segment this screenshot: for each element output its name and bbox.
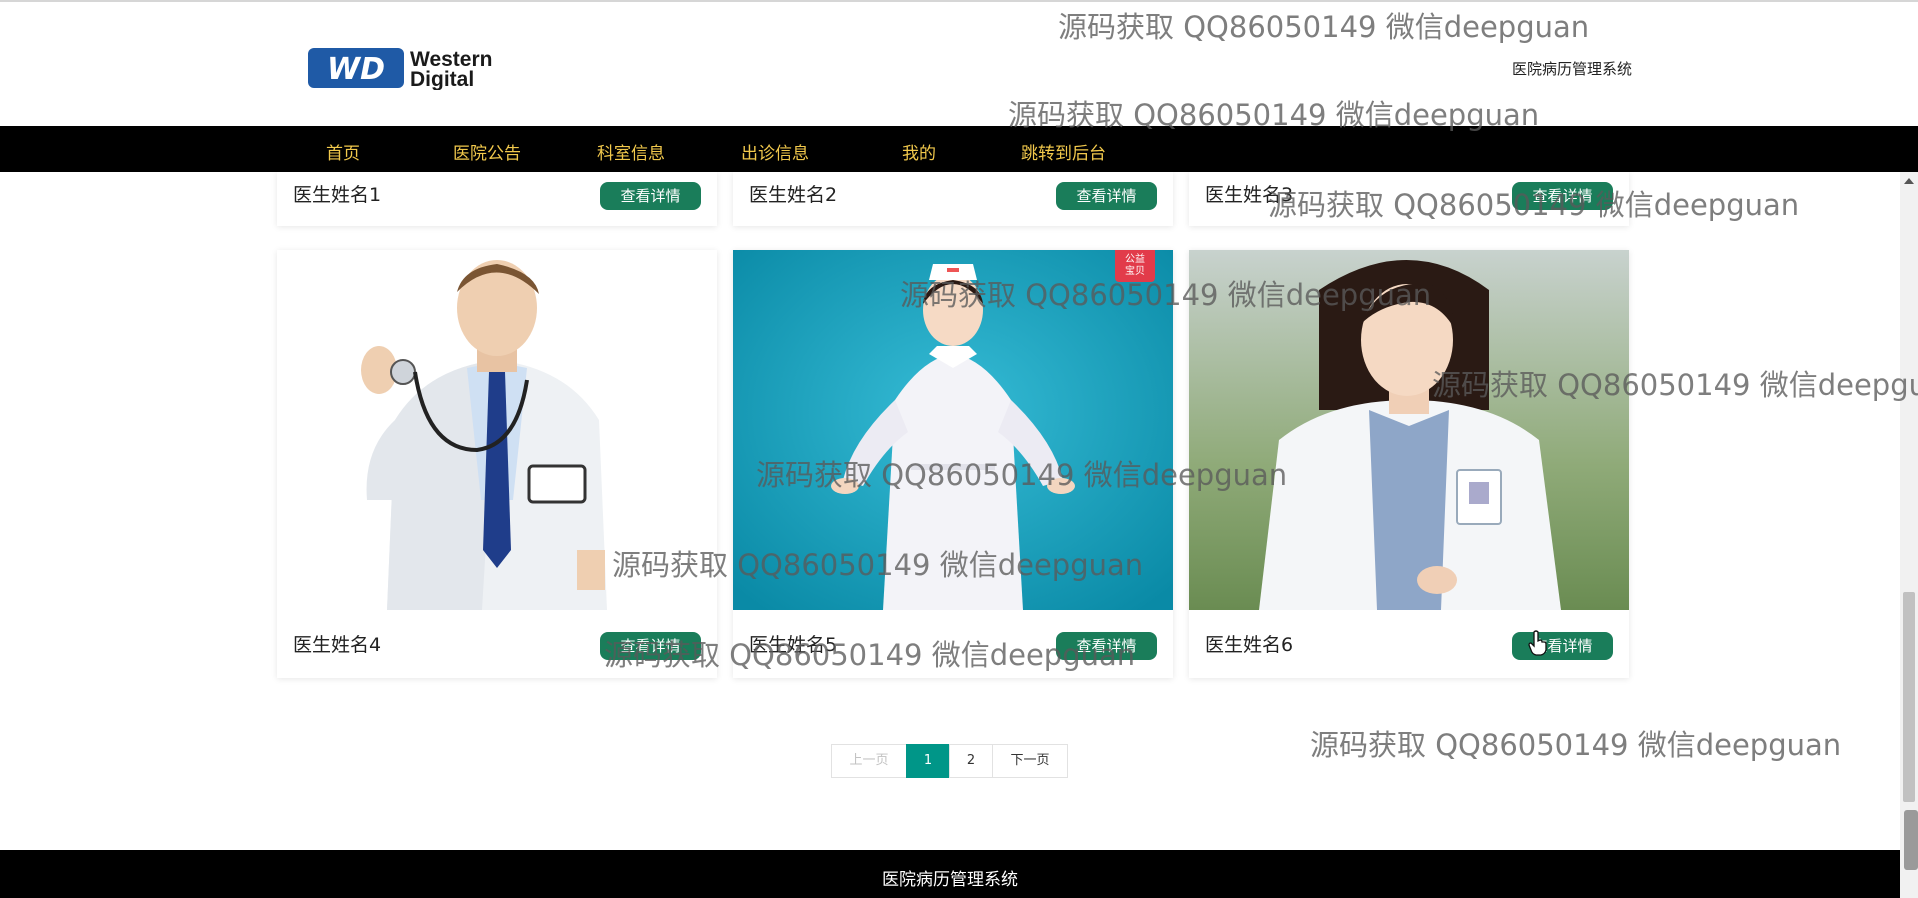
doctor-list: 医生姓名1 查看详情 医生姓名2 查看详情 医生姓名3 查看详情 医生姓名4 查… xyxy=(0,172,1900,850)
doctor-card[interactable]: 医生姓名2 查看详情 xyxy=(733,172,1173,226)
footer-text: 医院病历管理系统 xyxy=(882,870,1018,890)
view-details-button[interactable]: 查看详情 xyxy=(1056,182,1157,210)
page-2-button[interactable]: 2 xyxy=(949,744,993,778)
doctor-card[interactable]: 医生姓名6 查看详情 xyxy=(1189,250,1629,678)
doctor-name: 医生姓名5 xyxy=(749,634,838,656)
header: WD Western Digital 医院病历管理系统 xyxy=(0,2,1918,126)
scroll-edge-handle[interactable] xyxy=(1904,810,1918,870)
view-details-button[interactable]: 查看详情 xyxy=(1056,632,1157,660)
doctor-card[interactable]: 医生姓名4 查看详情 xyxy=(277,250,717,678)
nav-hospital-notice[interactable]: 医院公告 xyxy=(453,139,521,164)
doctor-photo[interactable]: 公益宝贝 xyxy=(733,250,1173,610)
doctor-card[interactable]: 医生姓名1 查看详情 xyxy=(277,172,717,226)
doctor-photo[interactable] xyxy=(1189,250,1629,610)
page-1-button[interactable]: 1 xyxy=(906,744,950,778)
scrollbar-thumb[interactable] xyxy=(1903,592,1915,802)
doctor-card[interactable]: 公益宝贝 医生姓名5 查看详情 xyxy=(733,250,1173,678)
site-logo[interactable]: WD Western Digital xyxy=(306,44,520,91)
svg-text:Digital: Digital xyxy=(410,68,474,90)
hand-cursor-icon xyxy=(1528,630,1548,656)
doctor-name: 医生姓名4 xyxy=(293,634,382,656)
nav-goto-backend[interactable]: 跳转到后台 xyxy=(1021,139,1106,164)
next-page-button[interactable]: 下一页 xyxy=(992,744,1068,778)
doctor-card[interactable]: 医生姓名3 查看详情 xyxy=(1189,172,1629,226)
nav-mine[interactable]: 我的 xyxy=(902,139,936,164)
scroll-up-arrow-icon[interactable] xyxy=(1904,178,1914,184)
vertical-scrollbar[interactable] xyxy=(1900,172,1918,898)
main-navbar: 首页 医院公告 科室信息 出诊信息 我的 跳转到后台 xyxy=(0,126,1918,172)
doctor-name: 医生姓名3 xyxy=(1205,184,1294,206)
view-details-button[interactable]: 查看详情 xyxy=(600,632,701,660)
nav-clinic-info[interactable]: 出诊信息 xyxy=(741,139,809,164)
doctor-photo[interactable] xyxy=(277,250,717,610)
doctor-name: 医生姓名2 xyxy=(749,184,838,206)
svg-text:WD: WD xyxy=(327,52,385,87)
view-details-button[interactable]: 查看详情 xyxy=(600,182,701,210)
site-title: 医院病历管理系统 xyxy=(1512,60,1633,78)
doctor-name: 医生姓名6 xyxy=(1205,634,1294,656)
prev-page-button[interactable]: 上一页 xyxy=(831,744,907,778)
doctor-name: 医生姓名1 xyxy=(293,184,382,206)
nav-department-info[interactable]: 科室信息 xyxy=(597,139,665,164)
promo-badge: 公益宝贝 xyxy=(1115,250,1155,282)
nav-home[interactable]: 首页 xyxy=(326,139,360,164)
footer: 医院病历管理系统 xyxy=(0,850,1900,898)
view-details-button[interactable]: 查看详情 xyxy=(1512,182,1613,210)
